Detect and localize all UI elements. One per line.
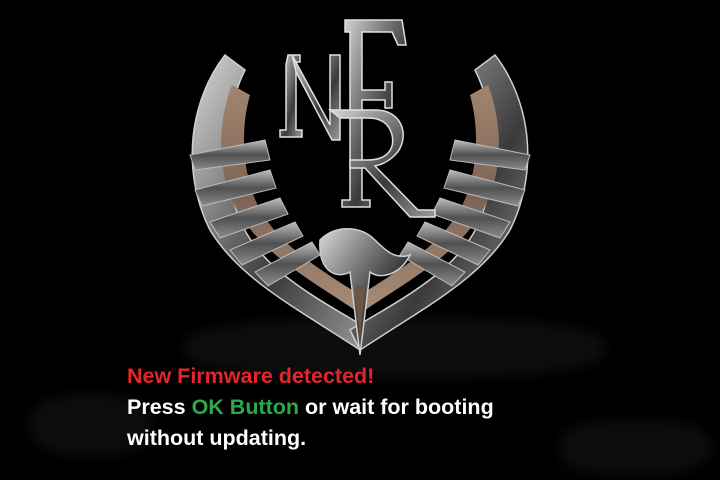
- boot-screen: New Firmware detected! Press OK Button o…: [0, 0, 720, 480]
- press-prefix-text: Press: [127, 395, 192, 419]
- ok-button-highlight: OK Button: [191, 395, 300, 419]
- nfr-phoenix-emblem-icon: [189, 19, 531, 356]
- press-ok-instruction: Press OK Button or wait for booting: [127, 392, 707, 423]
- without-updating-text: without updating.: [127, 426, 307, 450]
- firmware-update-message: New Firmware detected! Press OK Button o…: [127, 361, 707, 454]
- nfr-letters: [279, 19, 436, 218]
- firmware-detected-alert: New Firmware detected!: [127, 364, 375, 388]
- wait-booting-text: or wait for booting: [299, 395, 494, 419]
